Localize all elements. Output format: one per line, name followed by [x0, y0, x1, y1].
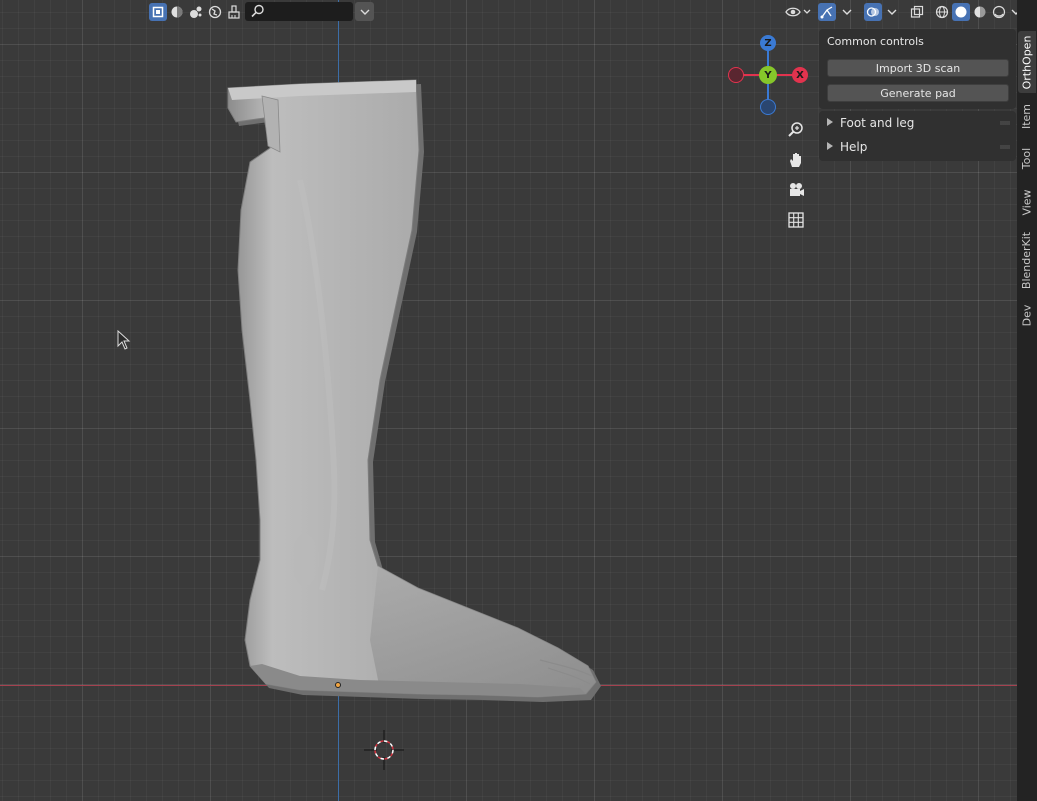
wireframe-shading-icon — [935, 5, 949, 19]
gizmo-x-axis[interactable]: X — [792, 67, 808, 83]
tab-item-label: Item — [1020, 103, 1034, 129]
visibility-dropdown[interactable] — [784, 3, 812, 21]
sidebar-tabs: OrthOpen Item Tool View BlenderKit Dev — [1017, 0, 1037, 801]
tab-orthopen[interactable]: OrthOpen — [1018, 31, 1036, 93]
3d-cursor-icon[interactable] — [364, 730, 404, 770]
gizmo-y-axis[interactable]: Y — [759, 66, 777, 84]
help-panel-header[interactable]: Help — [819, 135, 1016, 159]
xray-icon — [910, 5, 924, 18]
solid-filter-button[interactable] — [168, 3, 186, 21]
import-3d-scan-button[interactable]: Import 3D scan — [827, 59, 1009, 77]
world-filter-button[interactable] — [206, 3, 224, 21]
tab-tool-label: Tool — [1020, 147, 1034, 169]
paint-brush-icon — [228, 5, 240, 19]
tab-blenderkit[interactable]: BlenderKit — [1018, 228, 1036, 292]
tab-dev-label: Dev — [1020, 304, 1034, 326]
chevron-down-icon — [360, 9, 369, 15]
camera-view-button[interactable] — [783, 177, 809, 203]
solid-shading-icon — [171, 6, 183, 18]
ortho-toggle-button[interactable] — [783, 207, 809, 233]
solid-shading-icon — [955, 6, 967, 18]
gizmo-toggle-button[interactable] — [818, 3, 836, 21]
material-shading-button[interactable] — [971, 3, 989, 21]
expand-arrow-icon — [827, 118, 833, 126]
search-input[interactable] — [245, 2, 353, 21]
tab-view-label: View — [1020, 188, 1034, 216]
particles-filter-button[interactable] — [187, 3, 205, 21]
object-mode-icon — [152, 6, 164, 18]
tab-view[interactable]: View — [1018, 182, 1036, 222]
drag-grip-icon[interactable] — [1000, 145, 1010, 149]
search-options-dropdown[interactable] — [355, 2, 374, 21]
pan-hand-icon — [790, 153, 801, 167]
visibility-eye-icon — [785, 7, 811, 17]
sidebar-panel: Common controls Import 3D scan Generate … — [819, 29, 1016, 161]
object-mode-button[interactable] — [149, 3, 167, 21]
object-origin[interactable] — [335, 682, 341, 688]
zoom-icon — [788, 122, 803, 137]
gizmo-z-label: Z — [764, 37, 772, 49]
3d-viewport[interactable]: Z X Y Common controls Import 3D scan Gen… — [0, 0, 1017, 801]
generate-pad-button[interactable]: Generate pad — [827, 84, 1009, 102]
gizmo-neg-x-axis[interactable] — [728, 67, 744, 83]
rendered-shading-button[interactable] — [990, 3, 1008, 21]
gizmo-z-axis[interactable]: Z — [760, 35, 776, 51]
tab-dev[interactable]: Dev — [1018, 298, 1036, 332]
tab-orthopen-label: OrthOpen — [1020, 35, 1034, 89]
chevron-down-icon — [887, 9, 897, 15]
xray-toggle-button[interactable] — [908, 3, 926, 21]
gizmo-y-label: Y — [764, 69, 772, 81]
material-shading-icon — [974, 6, 986, 18]
help-label: Help — [840, 140, 868, 154]
expand-arrow-icon — [827, 142, 833, 150]
search-icon — [251, 4, 264, 18]
ortho-grid-icon — [788, 212, 804, 228]
pan-button[interactable] — [783, 147, 809, 173]
tab-blenderkit-label: BlenderKit — [1020, 231, 1034, 289]
common-controls-title: Common controls — [827, 35, 924, 48]
rendered-shading-icon — [992, 5, 1006, 19]
tab-tool[interactable]: Tool — [1018, 140, 1036, 176]
overlays-toggle-button[interactable] — [864, 3, 882, 21]
drag-grip-icon[interactable] — [1000, 121, 1010, 125]
gizmo-toggle-icon — [820, 6, 833, 19]
gizmo-x-label: X — [796, 69, 804, 81]
foot-and-leg-panel-header[interactable]: Foot and leg — [819, 111, 1016, 135]
collapsed-panels: Foot and leg Help — [819, 111, 1016, 161]
gizmo-dropdown[interactable] — [838, 3, 856, 21]
shading-dropdown[interactable] — [1009, 3, 1017, 21]
foot-and-leg-label: Foot and leg — [840, 116, 915, 130]
paint-filter-button[interactable] — [225, 3, 243, 21]
overlays-dropdown[interactable] — [883, 3, 901, 21]
solid-shading-button[interactable] — [952, 3, 970, 21]
overlays-icon — [866, 7, 879, 17]
mouse-pointer-icon — [117, 330, 131, 350]
zoom-button[interactable] — [783, 117, 809, 143]
camera-view-icon — [790, 183, 804, 196]
chevron-down-icon — [842, 9, 852, 15]
wireframe-shading-button[interactable] — [933, 3, 951, 21]
common-controls-panel: Common controls Import 3D scan Generate … — [819, 29, 1016, 109]
particles-icon — [190, 6, 202, 18]
world-icon — [208, 5, 222, 19]
tab-item[interactable]: Item — [1018, 98, 1036, 134]
gizmo-neg-z-axis[interactable] — [760, 99, 776, 115]
